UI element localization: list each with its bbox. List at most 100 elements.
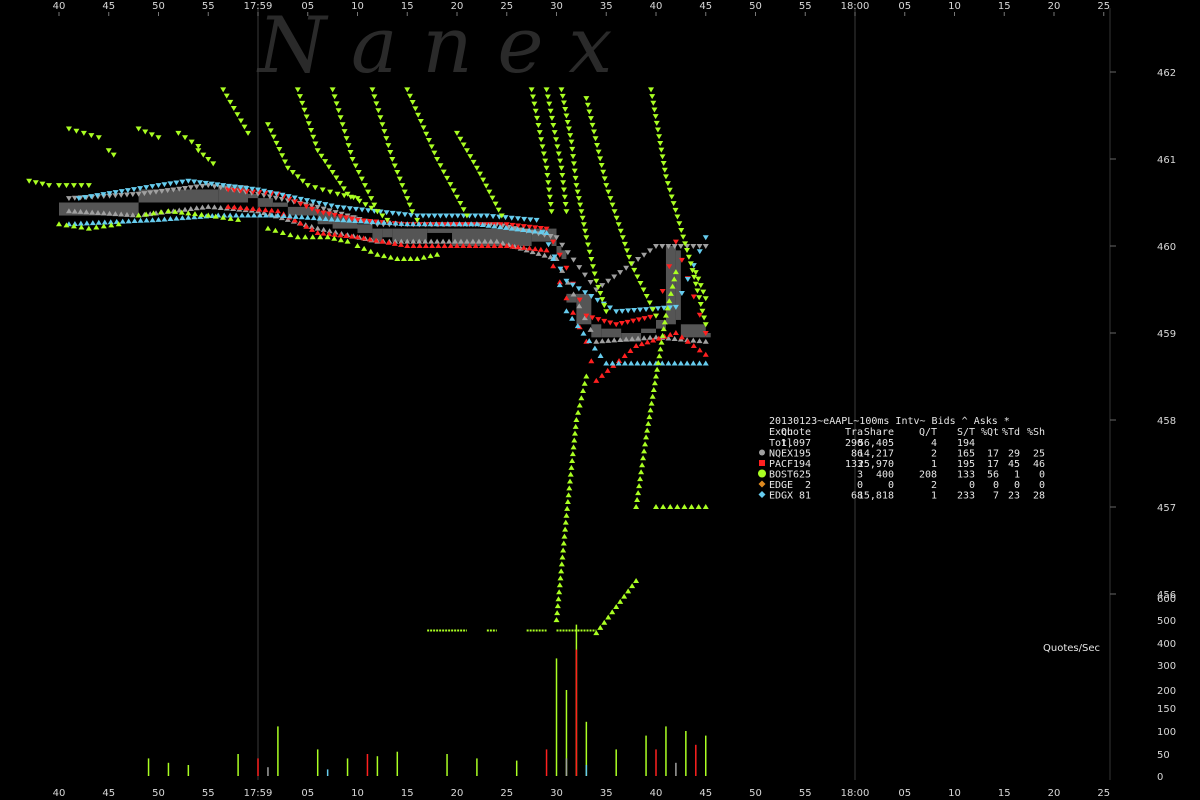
stats-row-cell: 1 [1014, 470, 1020, 481]
stats-row-cell: 2 [931, 449, 937, 460]
x-tick-label-bottom: 20 [1048, 788, 1061, 799]
nbbo-segment [272, 202, 288, 207]
price-tick-label: 461 [1157, 155, 1176, 166]
stats-row-cell: 4 [931, 438, 937, 449]
x-tick-label-top: 30 [550, 1, 563, 12]
x-tick-label-bottom: 05 [898, 788, 911, 799]
nbbo-segment [680, 324, 706, 338]
x-tick-label-top: 17:59 [244, 1, 273, 12]
stats-row-cell: 3 [857, 470, 863, 481]
x-tick-label-top: 45 [102, 1, 115, 12]
x-tick-label-bottom: 55 [799, 788, 812, 799]
stats-header-cell: %Qt [981, 427, 999, 438]
x-tick-label-bottom: 40 [650, 788, 663, 799]
stats-row-cell: 194 [957, 438, 975, 449]
stats-row-cell: 0 [888, 480, 894, 491]
stats-row-exchange: NQEX [769, 449, 793, 460]
rate-tick-label: 300 [1157, 661, 1176, 672]
stats-row-cell: 0 [1039, 480, 1045, 491]
stats-row-exchange: BOST [769, 470, 793, 481]
x-tick-label-top: 10 [948, 1, 961, 12]
nbbo-segment [665, 246, 676, 325]
x-tick-label-top: 55 [202, 1, 215, 12]
stats-row-cell: 28 [1033, 491, 1045, 502]
nbbo-segment [675, 250, 681, 320]
x-tick-label-top: 10 [351, 1, 364, 12]
stats-row-cell: 1 [931, 491, 937, 502]
nbbo-segment [427, 228, 453, 233]
stats-title: 20130123~eAAPL~100ms Intv~ Bids ^ Asks * [769, 416, 1010, 427]
stats-row-cell: 208 [919, 470, 937, 481]
rate-tick-label: 500 [1157, 616, 1176, 627]
nbbo-segment [392, 228, 428, 242]
x-tick-label-bottom: 10 [351, 788, 364, 799]
stats-row-cell: 400 [876, 470, 894, 481]
rate-tick-label: 50 [1157, 750, 1170, 761]
x-tick-label-bottom: 25 [1097, 788, 1110, 799]
chart-background [0, 0, 1200, 800]
quotes-per-sec-label: Quotes/Sec [1043, 643, 1100, 654]
price-tick-label: 460 [1157, 242, 1176, 253]
stats-row-cell: 29 [1008, 449, 1020, 460]
legend-circle-icon [758, 469, 766, 478]
x-tick-label-bottom: 35 [600, 788, 613, 799]
chart-watermark: N a n e x [256, 1, 612, 91]
stats-row-cell: 233 [957, 491, 975, 502]
stats-header-cell: %Td [1002, 427, 1020, 438]
stats-header-cell: %Sh [1027, 427, 1045, 438]
stats-row-exchange: EDGE [769, 480, 793, 491]
price-tick-label: 459 [1157, 329, 1176, 340]
x-tick-label-bottom: 10 [948, 788, 961, 799]
stats-header-cell: Tra [845, 427, 863, 438]
stats-row-cell: 2 [805, 480, 811, 491]
legend-square-icon [759, 460, 765, 466]
stats-row-cell: 25,970 [858, 459, 894, 470]
stats-row-cell: 45 [1008, 459, 1020, 470]
stats-row-cell: 1 [931, 459, 937, 470]
x-tick-label-top: 40 [53, 1, 66, 12]
stats-row-cell: 625 [793, 470, 811, 481]
x-tick-label-top: 15 [401, 1, 414, 12]
x-tick-label-bottom: 25 [500, 788, 513, 799]
stats-row-cell: 0 [993, 480, 999, 491]
price-tick-label: 458 [1157, 416, 1176, 427]
price-tick-label: 457 [1157, 503, 1176, 514]
x-tick-label-top: 05 [898, 1, 911, 12]
stats-row-cell: 0 [857, 480, 863, 491]
stats-row-cell: 1,097 [781, 438, 811, 449]
x-tick-label-bottom: 45 [699, 788, 712, 799]
stats-row-cell: 17 [987, 449, 999, 460]
x-tick-label-bottom: 05 [301, 788, 314, 799]
nbbo-segment [382, 228, 393, 238]
rate-tick-label: 100 [1157, 727, 1176, 738]
stats-row-exchange: PACF [769, 459, 793, 470]
nbbo-segment [641, 328, 656, 333]
x-tick-label-bottom: 45 [102, 788, 115, 799]
rate-tick-label: 600 [1157, 594, 1176, 605]
x-tick-label-top: 25 [1097, 1, 1110, 12]
x-tick-label-top: 50 [152, 1, 165, 12]
x-tick-label-top: 55 [799, 1, 812, 12]
x-tick-label-bottom: 15 [998, 788, 1011, 799]
stats-row-cell: 81 [799, 491, 811, 502]
stats-row-cell: 17 [987, 459, 999, 470]
x-tick-label-top: 45 [699, 1, 712, 12]
nbbo-segment [258, 198, 273, 207]
stats-row-cell: 7 [993, 491, 999, 502]
x-tick-label-bottom: 20 [451, 788, 464, 799]
x-tick-label-top: 20 [1048, 1, 1061, 12]
nbbo-segment [561, 250, 567, 260]
x-tick-label-top: 20 [451, 1, 464, 12]
stats-row-cell: 0 [1039, 470, 1045, 481]
stats-row-cell: 15,818 [858, 491, 894, 502]
stats-row-cell: 2 [931, 480, 937, 491]
rate-tick-label: 0 [1157, 772, 1163, 783]
x-tick-label-bottom: 18:00 [841, 788, 870, 799]
rate-tick-label: 150 [1157, 704, 1176, 715]
nbbo-segment [357, 224, 373, 233]
stats-row-cell: 194 [793, 459, 811, 470]
x-tick-label-bottom: 15 [401, 788, 414, 799]
stats-row-cell: 25 [1033, 449, 1045, 460]
stats-row-cell: 46 [1033, 459, 1045, 470]
stats-row-cell: 195 [793, 449, 811, 460]
